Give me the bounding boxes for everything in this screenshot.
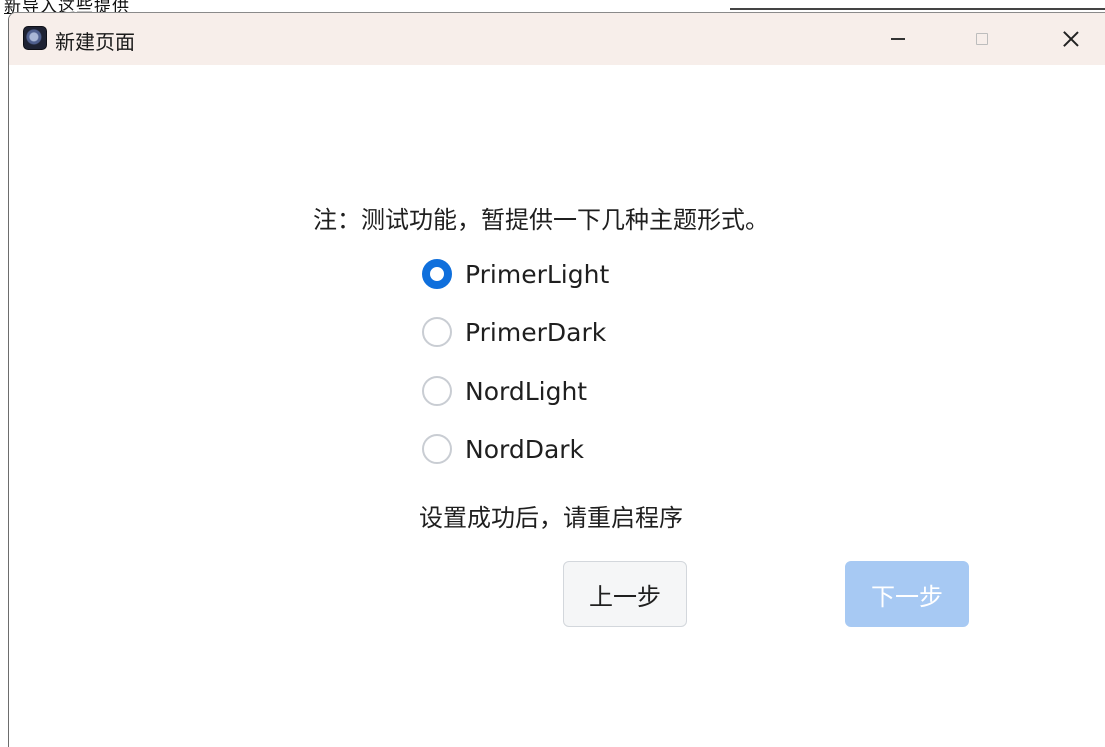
radio-unchecked-icon[interactable]: [422, 434, 452, 464]
theme-radio-primerdark[interactable]: PrimerDark: [422, 315, 606, 349]
theme-label[interactable]: NordDark: [465, 435, 584, 464]
window-title: 新建页面: [55, 30, 135, 54]
close-icon: [1063, 31, 1079, 47]
app-icon: [23, 26, 47, 50]
theme-label[interactable]: PrimerLight: [465, 260, 609, 289]
close-button[interactable]: [1048, 13, 1094, 65]
radio-checked-icon[interactable]: [422, 259, 452, 289]
minimize-icon: [891, 38, 905, 40]
maximize-button[interactable]: [959, 13, 1005, 65]
notice-text: 注：测试功能，暂提供一下几种主题形式。: [313, 206, 769, 234]
theme-radio-nordlight[interactable]: NordLight: [422, 374, 587, 408]
theme-label[interactable]: NordLight: [465, 377, 587, 406]
radio-unchecked-icon[interactable]: [422, 317, 452, 347]
radio-unchecked-icon[interactable]: [422, 376, 452, 406]
next-step-button[interactable]: 下一步: [845, 561, 969, 627]
restart-hint-text: 设置成功后，请重启程序: [419, 504, 683, 532]
theme-label[interactable]: PrimerDark: [465, 318, 606, 347]
new-page-window: 新建页面 注：测试功能，暂提供一下几种主题形式。 PrimerLight Pri…: [8, 12, 1105, 747]
theme-radio-norddark[interactable]: NordDark: [422, 432, 584, 466]
minimize-button[interactable]: [875, 13, 921, 65]
previous-step-button[interactable]: 上一步: [563, 561, 687, 627]
background-app-strip: 新导入这些提供: [0, 0, 1105, 17]
theme-radio-primerlight[interactable]: PrimerLight: [422, 257, 609, 291]
maximize-icon: [976, 33, 988, 45]
title-bar[interactable]: 新建页面: [9, 13, 1105, 65]
background-divider: [730, 8, 1105, 10]
